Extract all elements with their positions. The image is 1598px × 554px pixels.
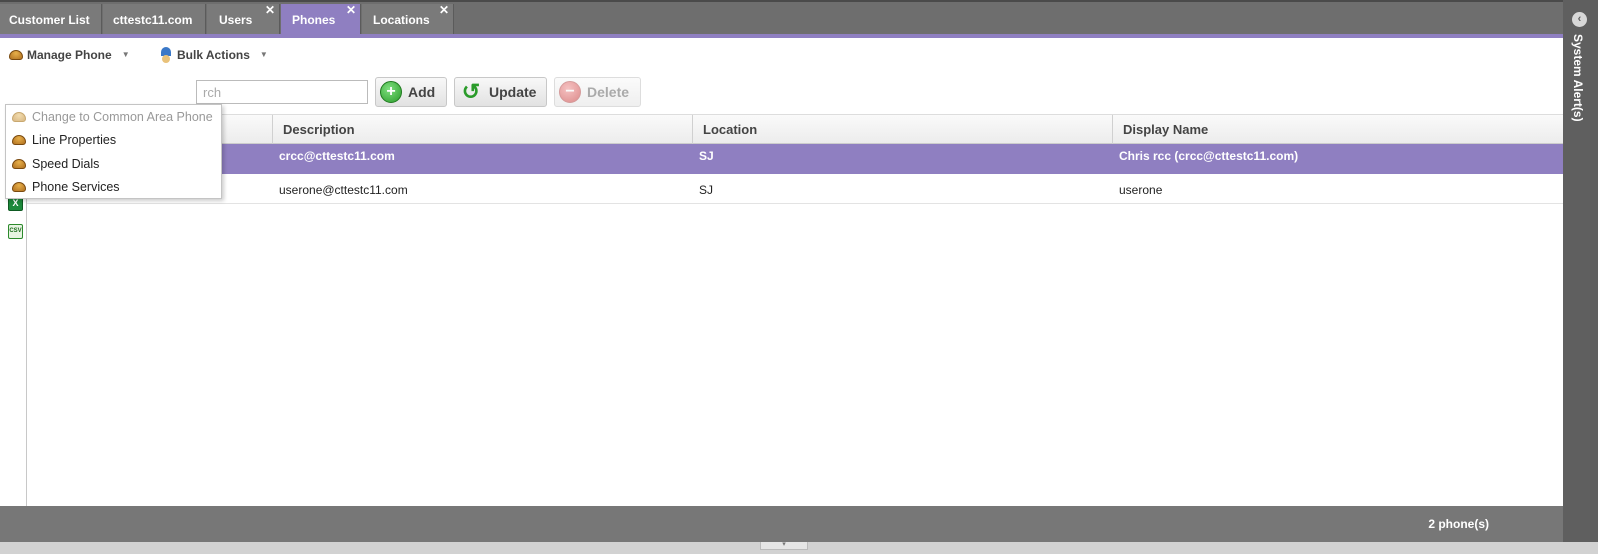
phone-icon: [12, 158, 26, 169]
system-alerts-panel[interactable]: ‹ System Alert(s): [1563, 0, 1598, 542]
cell-display-name: userone: [1119, 183, 1163, 197]
manage-phone-menu[interactable]: Manage Phone ▼: [9, 46, 130, 64]
tab-label: cttestc11.com: [113, 13, 193, 27]
collapse-handle[interactable]: ▾: [760, 541, 808, 550]
menu-item-line-properties[interactable]: Line Properties: [6, 129, 221, 153]
delete-button[interactable]: − Delete: [554, 77, 641, 107]
tab-bar: Customer List cttestc11.com Users ✕ Phon…: [0, 0, 1563, 36]
manage-phone-dropdown: Change to Common Area Phone Line Propert…: [5, 104, 222, 199]
phone-icon: [12, 111, 26, 122]
tab-label: Users: [219, 13, 253, 27]
menu-item-label: Phone Services: [32, 180, 120, 195]
plus-icon: +: [380, 81, 402, 103]
tab-domain[interactable]: cttestc11.com: [103, 4, 206, 36]
chevron-down-icon: ▼: [259, 50, 268, 59]
expand-arrow-icon[interactable]: ‹: [1572, 12, 1587, 27]
close-icon[interactable]: ✕: [265, 0, 275, 26]
manage-phone-label: Manage Phone: [27, 48, 112, 62]
grid-header: Description Location Display Name: [27, 114, 1563, 145]
update-label: Update: [489, 84, 537, 100]
tab-users[interactable]: Users ✕: [207, 3, 280, 36]
minus-icon: −: [559, 81, 581, 103]
column-header-display-name[interactable]: Display Name: [1112, 115, 1563, 145]
search-input[interactable]: rch: [196, 80, 368, 104]
chevron-down-icon: ▼: [121, 50, 130, 59]
phone-icon: [9, 50, 23, 60]
menu-item-label: Change to Common Area Phone: [32, 109, 213, 124]
phone-count: 2 phone(s): [1428, 517, 1489, 531]
cell-location: SJ: [699, 149, 714, 163]
menu-item-label: Line Properties: [32, 133, 117, 148]
update-button[interactable]: ↺ Update: [454, 77, 547, 107]
cell-description: userone@cttestc11.com: [279, 183, 408, 197]
wizard-icon: [159, 47, 173, 63]
bulk-actions-menu[interactable]: Bulk Actions ▼: [159, 46, 268, 64]
menu-item-label: Speed Dials: [32, 156, 100, 171]
close-icon[interactable]: ✕: [439, 0, 449, 26]
tab-label: Locations: [373, 13, 430, 27]
menu-item-phone-services[interactable]: Phone Services: [6, 176, 221, 200]
column-header-description[interactable]: Description: [272, 115, 692, 145]
column-header-location[interactable]: Location: [692, 115, 1112, 145]
tab-phones[interactable]: Phones ✕: [281, 3, 361, 36]
menu-item-speed-dials[interactable]: Speed Dials: [6, 152, 221, 176]
cell-location: SJ: [699, 183, 714, 197]
phone-icon: [12, 135, 26, 146]
system-alerts-label: System Alert(s): [1571, 34, 1585, 122]
add-label: Add: [408, 84, 436, 100]
update-arrow-icon: ↺: [461, 79, 481, 104]
tab-locations[interactable]: Locations ✕: [362, 3, 454, 36]
cell-description: crcc@cttestc11.com: [279, 149, 395, 163]
add-button[interactable]: + Add: [375, 77, 447, 107]
status-footer: 2 phone(s): [0, 506, 1563, 542]
phones-panel: Manage Phone ▼ Bulk Actions ▼ rch + Add …: [0, 38, 1563, 512]
csv-export-icon[interactable]: CSV: [8, 224, 23, 239]
tab-customer-list[interactable]: Customer List: [0, 4, 102, 36]
phones-grid: Description Location Display Name crcc@c…: [27, 114, 1563, 204]
table-row[interactable]: crcc@cttestc11.com SJ Chris rcc (crcc@ct…: [27, 144, 1563, 174]
search-placeholder: rch: [203, 85, 222, 100]
tab-label: Phones: [292, 13, 336, 27]
bottom-strip: ▾: [0, 541, 1598, 554]
cell-display-name: Chris rcc (crcc@cttestc11.com): [1119, 149, 1299, 163]
close-icon[interactable]: ✕: [346, 0, 356, 26]
phone-icon: [12, 182, 26, 193]
table-row[interactable]: 106505555129 5129 userone@cttestc11.com …: [27, 174, 1563, 204]
bulk-actions-label: Bulk Actions: [177, 48, 250, 62]
tab-label: Customer List: [9, 13, 90, 27]
menu-bar: Manage Phone ▼ Bulk Actions ▼: [0, 38, 1563, 68]
delete-label: Delete: [587, 84, 630, 100]
menu-item-change-to-common-area-phone[interactable]: Change to Common Area Phone: [6, 105, 221, 129]
